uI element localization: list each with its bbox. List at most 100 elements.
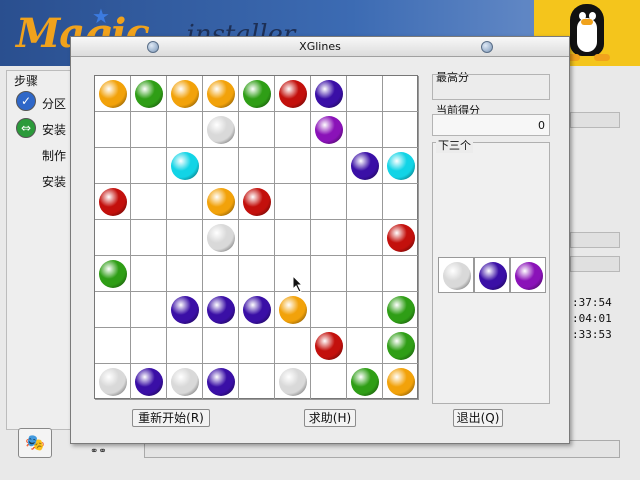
red-ball[interactable] bbox=[243, 188, 271, 216]
board-cell[interactable] bbox=[95, 256, 131, 292]
board-cell[interactable] bbox=[203, 292, 239, 328]
board-cell[interactable] bbox=[347, 364, 383, 400]
purple-ball[interactable] bbox=[243, 296, 271, 324]
board-cell[interactable] bbox=[95, 112, 131, 148]
yellow-ball[interactable] bbox=[207, 188, 235, 216]
board-cell[interactable] bbox=[95, 76, 131, 112]
masks-button[interactable]: 🎭 bbox=[18, 428, 52, 458]
board-cell[interactable] bbox=[203, 364, 239, 400]
board-cell[interactable] bbox=[347, 148, 383, 184]
board-cell[interactable] bbox=[347, 220, 383, 256]
board-cell[interactable] bbox=[131, 256, 167, 292]
restart-button[interactable]: 重新开始(R) bbox=[132, 409, 210, 427]
white-ball[interactable] bbox=[207, 224, 235, 252]
yellow-ball[interactable] bbox=[387, 368, 415, 396]
board-cell[interactable] bbox=[347, 256, 383, 292]
board-cell[interactable] bbox=[383, 184, 419, 220]
board-cell[interactable] bbox=[131, 328, 167, 364]
board-cell[interactable] bbox=[347, 292, 383, 328]
purple-ball[interactable] bbox=[135, 368, 163, 396]
board-cell[interactable] bbox=[203, 256, 239, 292]
board-cell[interactable] bbox=[239, 76, 275, 112]
white-ball[interactable] bbox=[99, 368, 127, 396]
board-cell[interactable] bbox=[95, 148, 131, 184]
board-cell[interactable] bbox=[131, 364, 167, 400]
purple-ball[interactable] bbox=[207, 296, 235, 324]
board-cell[interactable] bbox=[203, 220, 239, 256]
board-cell[interactable] bbox=[383, 256, 419, 292]
board-cell[interactable] bbox=[275, 220, 311, 256]
red-ball[interactable] bbox=[387, 224, 415, 252]
board-cell[interactable] bbox=[239, 328, 275, 364]
red-ball[interactable] bbox=[279, 80, 307, 108]
board-cell[interactable] bbox=[203, 76, 239, 112]
violet-ball[interactable] bbox=[315, 116, 343, 144]
board-cell[interactable] bbox=[383, 148, 419, 184]
board-cell[interactable] bbox=[95, 184, 131, 220]
board-cell[interactable] bbox=[383, 364, 419, 400]
yellow-ball[interactable] bbox=[99, 80, 127, 108]
board-cell[interactable] bbox=[347, 328, 383, 364]
board-cell[interactable] bbox=[383, 292, 419, 328]
board-cell[interactable] bbox=[275, 184, 311, 220]
board-cell[interactable] bbox=[275, 112, 311, 148]
board-cell[interactable] bbox=[167, 364, 203, 400]
board-cell[interactable] bbox=[347, 112, 383, 148]
green-ball[interactable] bbox=[351, 368, 379, 396]
board-cell[interactable] bbox=[131, 292, 167, 328]
board-cell[interactable] bbox=[203, 112, 239, 148]
board-cell[interactable] bbox=[347, 184, 383, 220]
board-cell[interactable] bbox=[311, 184, 347, 220]
board-cell[interactable] bbox=[311, 148, 347, 184]
white-ball[interactable] bbox=[171, 368, 199, 396]
board-cell[interactable] bbox=[311, 292, 347, 328]
board-cell[interactable] bbox=[311, 256, 347, 292]
yellow-ball[interactable] bbox=[171, 80, 199, 108]
green-ball[interactable] bbox=[387, 296, 415, 324]
help-button[interactable]: 求助(H) bbox=[304, 409, 356, 427]
board-cell[interactable] bbox=[239, 148, 275, 184]
purple-ball[interactable] bbox=[171, 296, 199, 324]
board-cell[interactable] bbox=[203, 184, 239, 220]
game-board[interactable] bbox=[94, 75, 419, 400]
board-cell[interactable] bbox=[311, 220, 347, 256]
board-cell[interactable] bbox=[311, 364, 347, 400]
board-cell[interactable] bbox=[95, 328, 131, 364]
title-bar[interactable]: XGlines bbox=[71, 37, 569, 57]
board-cell[interactable] bbox=[311, 76, 347, 112]
close-button[interactable] bbox=[481, 41, 493, 53]
board-cell[interactable] bbox=[239, 184, 275, 220]
white-ball[interactable] bbox=[279, 368, 307, 396]
board-cell[interactable] bbox=[167, 112, 203, 148]
board-cell[interactable] bbox=[167, 76, 203, 112]
board-cell[interactable] bbox=[239, 292, 275, 328]
purple-ball[interactable] bbox=[315, 80, 343, 108]
board-cell[interactable] bbox=[167, 328, 203, 364]
green-ball[interactable] bbox=[135, 80, 163, 108]
board-cell[interactable] bbox=[239, 220, 275, 256]
board-cell[interactable] bbox=[95, 292, 131, 328]
board-cell[interactable] bbox=[167, 148, 203, 184]
board-cell[interactable] bbox=[383, 76, 419, 112]
board-cell[interactable] bbox=[131, 76, 167, 112]
green-ball[interactable] bbox=[387, 332, 415, 360]
purple-ball[interactable] bbox=[207, 368, 235, 396]
board-cell[interactable] bbox=[239, 364, 275, 400]
board-cell[interactable] bbox=[131, 148, 167, 184]
board-cell[interactable] bbox=[167, 184, 203, 220]
board-cell[interactable] bbox=[131, 220, 167, 256]
board-cell[interactable] bbox=[167, 256, 203, 292]
quit-button[interactable]: 退出(Q) bbox=[453, 409, 503, 427]
board-cell[interactable] bbox=[239, 112, 275, 148]
cyan-ball[interactable] bbox=[387, 152, 415, 180]
green-ball[interactable] bbox=[99, 260, 127, 288]
yellow-ball[interactable] bbox=[207, 80, 235, 108]
board-cell[interactable] bbox=[311, 328, 347, 364]
board-cell[interactable] bbox=[275, 364, 311, 400]
white-ball[interactable] bbox=[207, 116, 235, 144]
board-cell[interactable] bbox=[167, 220, 203, 256]
board-cell[interactable] bbox=[275, 76, 311, 112]
board-cell[interactable] bbox=[383, 112, 419, 148]
board-cell[interactable] bbox=[203, 148, 239, 184]
red-ball[interactable] bbox=[99, 188, 127, 216]
